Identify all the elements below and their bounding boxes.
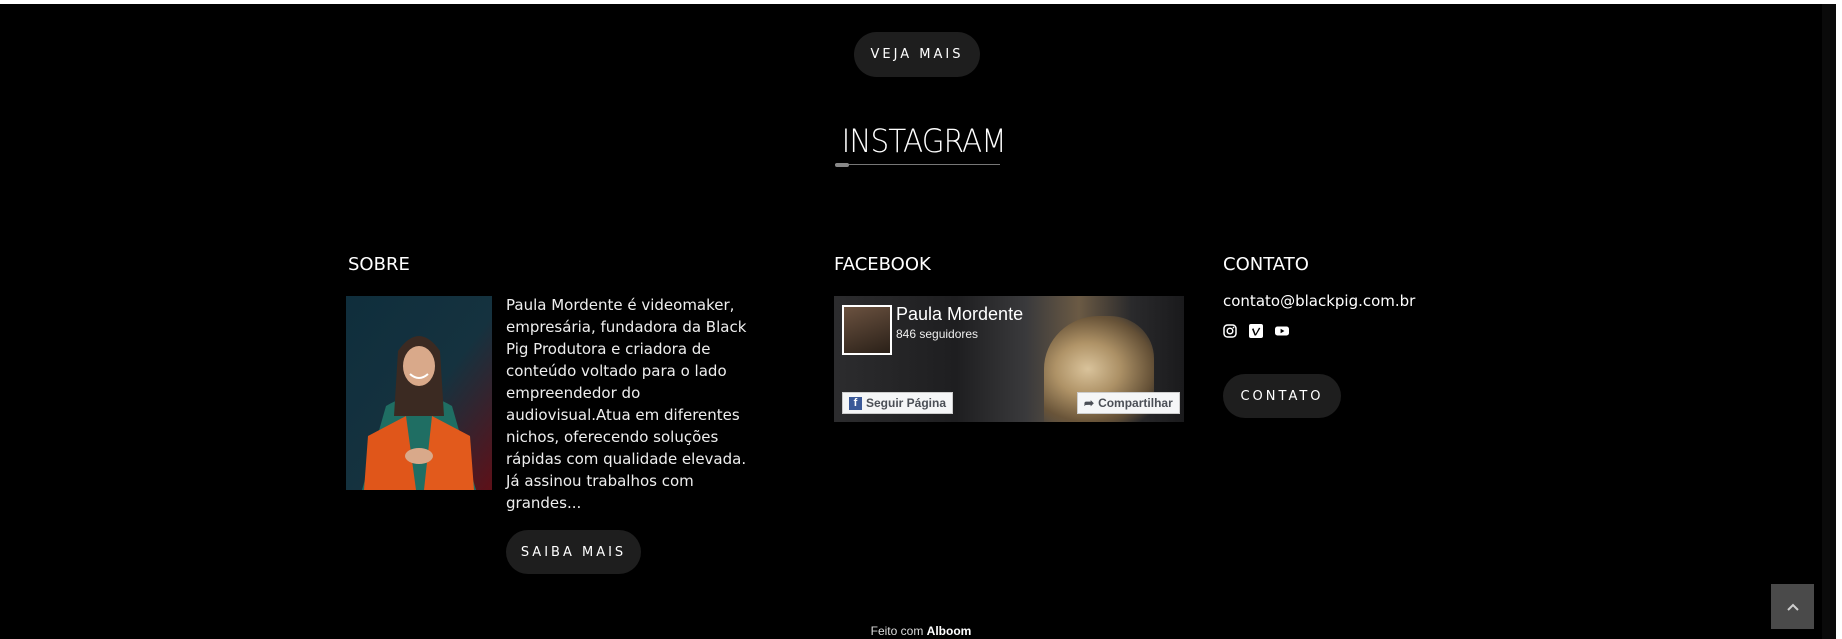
facebook-avatar[interactable] — [842, 305, 892, 355]
share-label: Compartilhar — [1098, 396, 1173, 410]
contact-email[interactable]: contato@blackpig.com.br — [1223, 292, 1415, 310]
instagram-title-accent — [835, 163, 849, 167]
about-text: Paula Mordente é videomaker, empresária,… — [506, 296, 747, 512]
scrollbar-track[interactable] — [1822, 4, 1836, 639]
portrait-illustration — [346, 296, 492, 490]
facebook-page-widget[interactable]: Paula Mordente 846 seguidores f Seguir P… — [834, 296, 1184, 422]
footer-credit: Feito com Alboom — [0, 624, 1842, 638]
share-button[interactable]: ➦ Compartilhar — [1077, 392, 1180, 414]
top-border — [0, 0, 1842, 4]
instagram-section-title: INSTAGRAM — [841, 122, 1007, 160]
right-border — [1836, 0, 1842, 639]
instagram-icon[interactable] — [1223, 324, 1237, 338]
follow-page-label: Seguir Página — [866, 396, 947, 410]
contact-title: CONTATO — [1223, 254, 1309, 275]
footer-prefix: Feito com — [870, 624, 924, 638]
contact-button[interactable]: CONTATO — [1223, 374, 1341, 418]
about-title: SOBRE — [348, 254, 410, 275]
youtube-icon[interactable] — [1275, 324, 1289, 338]
chevron-up-icon — [1786, 603, 1799, 611]
see-more-button[interactable]: VEJA MAIS — [854, 32, 980, 77]
footer-brand-link[interactable]: Alboom — [927, 624, 972, 638]
facebook-title: FACEBOOK — [834, 254, 931, 275]
instagram-title-underline — [835, 164, 1000, 165]
back-to-top-button[interactable] — [1771, 584, 1814, 629]
vimeo-icon[interactable] — [1249, 324, 1263, 338]
facebook-page-name[interactable]: Paula Mordente — [896, 304, 1023, 325]
share-icon: ➦ — [1084, 396, 1095, 410]
facebook-followers: 846 seguidores — [896, 327, 979, 341]
learn-more-button[interactable]: SAIBA MAIS — [506, 530, 641, 574]
facebook-icon: f — [849, 396, 862, 410]
follow-page-button[interactable]: f Seguir Página — [842, 392, 954, 414]
about-photo — [346, 296, 492, 490]
